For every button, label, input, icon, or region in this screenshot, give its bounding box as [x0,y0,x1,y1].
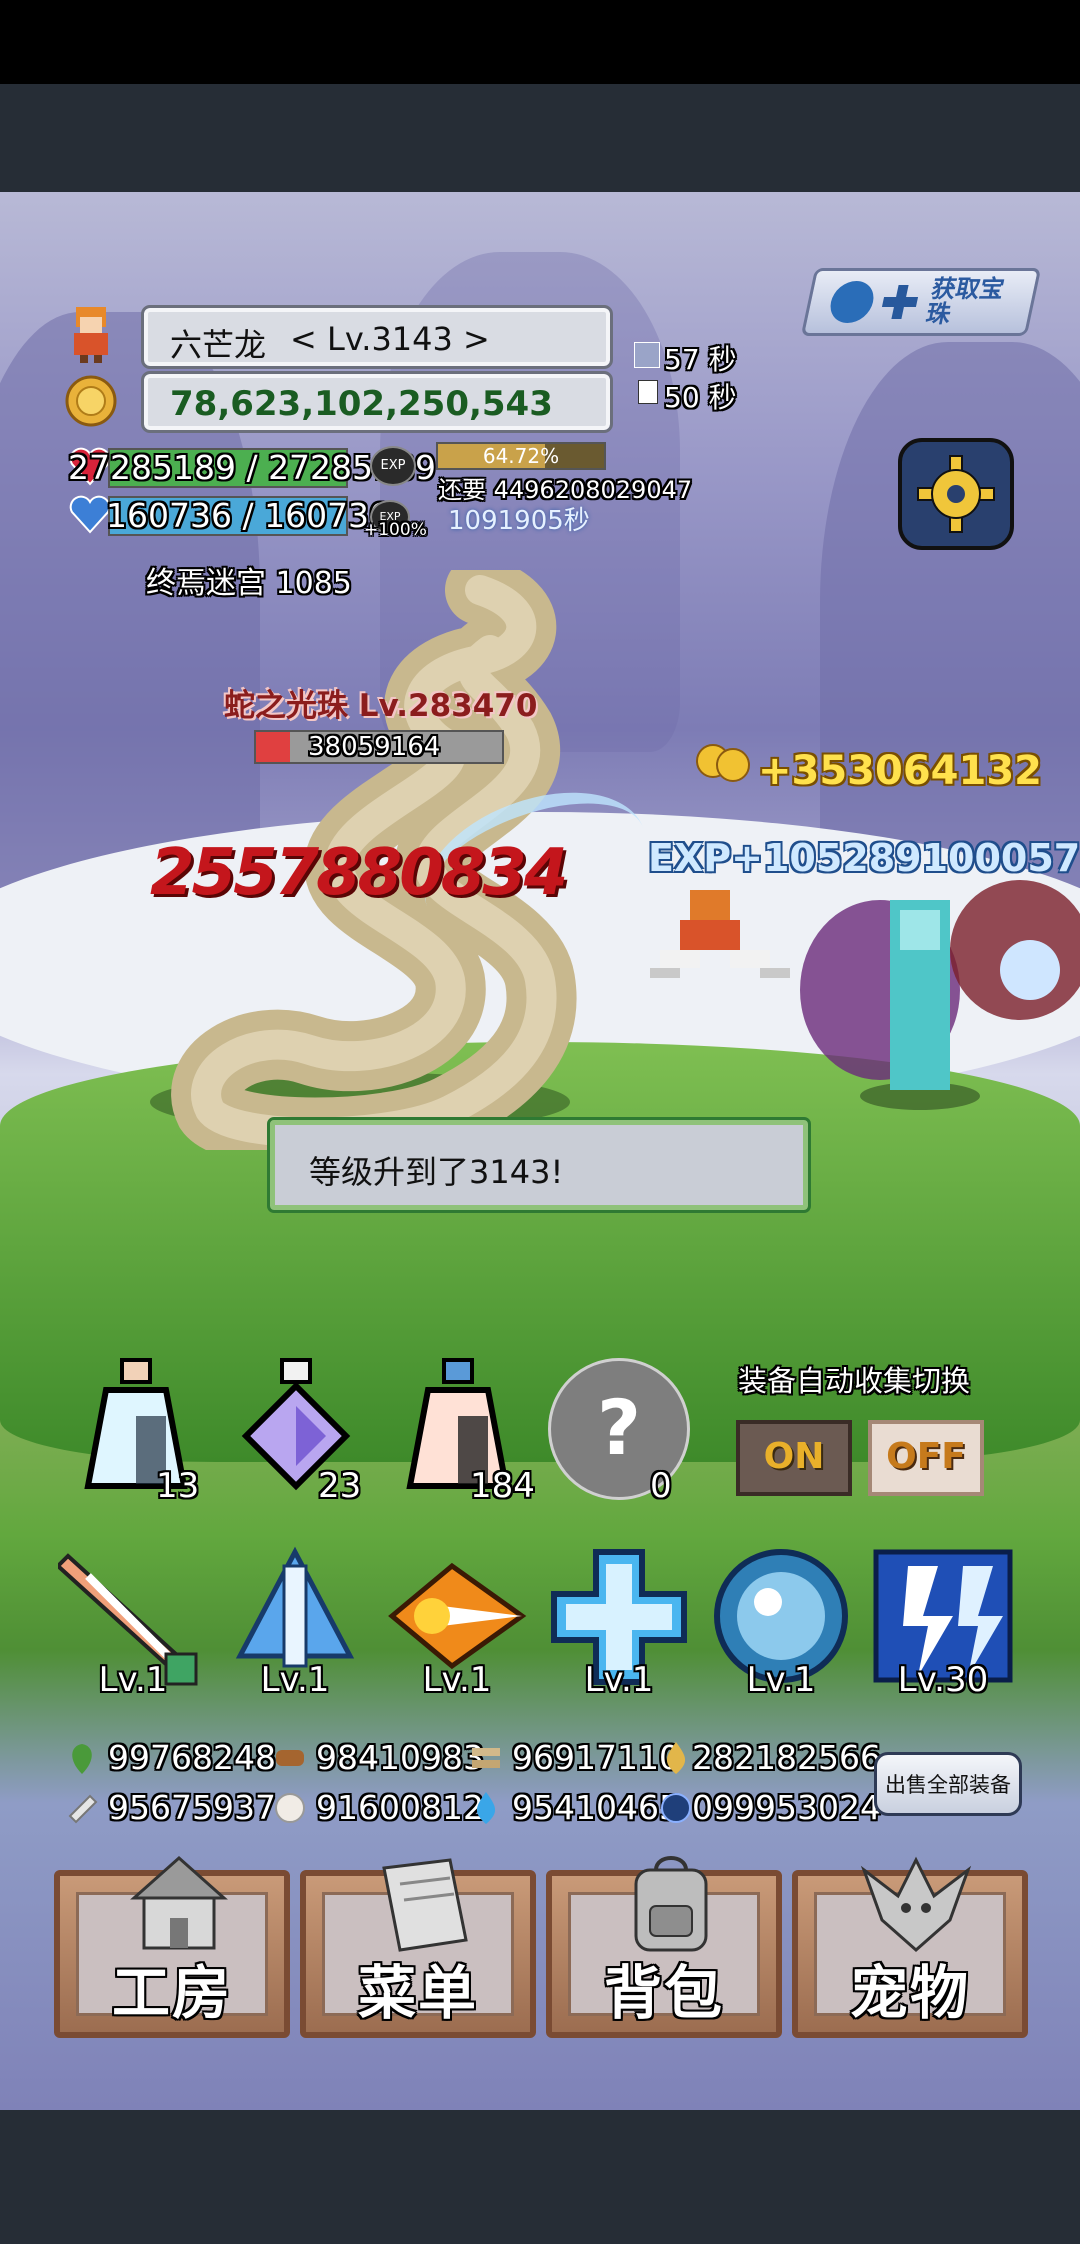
enemy-hp-text: 38059164 [308,732,441,762]
mystery-item-button[interactable]: ? 0 [546,1356,698,1516]
skill-sword-level: Lv.1 [98,1660,168,1700]
skill-water-orb-button[interactable]: Lv.1 [706,1546,856,1700]
tp-text: 160736 / 160736 [106,496,391,535]
skill-holy-cross-level: Lv.1 [584,1660,654,1700]
level-up-message: 等级升到了3143! [267,1117,811,1213]
gear-icon [917,455,995,533]
settings-button[interactable] [898,438,1014,550]
wood-icon [276,1750,304,1766]
skill-ice-blade-level: Lv.1 [260,1660,330,1700]
resource-iron: 95675937 [108,1788,276,1827]
auto-collect-on-button[interactable]: ON [736,1420,852,1496]
enemy-name: 蛇之光珠 Lv.283470 [224,688,538,724]
iron-icon [68,1794,98,1824]
menu-button[interactable]: 菜单 [300,1858,536,2038]
gold-panel: 78,623,102,250,543 [141,371,613,433]
damage-number: 2557880834 [150,836,568,910]
herb-icon [72,1744,92,1774]
skill-sword-button[interactable]: Lv.1 [58,1546,208,1700]
workshop-button[interactable]: 工房 [54,1855,290,2038]
status-bar [0,0,1080,84]
exp-icon: EXP [370,446,416,486]
auto-collect-off-button[interactable]: OFF [868,1420,984,1496]
timer-2: 50 秒 [664,381,737,414]
water-drop-icon [476,1792,496,1824]
hero-character [650,890,790,978]
skill-lightning-level: Lv.30 [897,1660,989,1700]
sell-all-label: 出售全部装备 [885,1773,1011,1797]
orb-icon [826,281,878,323]
resource-plank: 96917110 [512,1738,680,1777]
skill-fire-arrow-button[interactable]: Lv.1 [382,1546,532,1700]
player-name-panel: 六芒龙 < Lv.3143 > [141,305,613,369]
acquire-orb-button[interactable]: 获取宝珠 [800,268,1042,336]
workshop-label: 工房 [111,1959,232,2027]
resource-wood: 98410983 [316,1738,484,1777]
cotton-icon [275,1793,305,1823]
backpack-icon [634,1856,708,1952]
skill-fire-arrow-level: Lv.1 [422,1660,492,1700]
coin-stack-icon [696,738,752,782]
player-level: < Lv.3143 > [290,320,490,358]
exp-bar: 64.72% [436,442,606,470]
pets-button[interactable]: 宠物 [792,1856,1028,2038]
crystal-potion-count: 23 [318,1466,362,1506]
skill-water-orb-level: Lv.1 [746,1660,816,1700]
backpack-button[interactable]: 背包 [546,1856,782,2038]
resource-herb: 99768248 [108,1738,276,1777]
navigation-bar [0,2110,1080,2244]
resource-gem: 099953024 [692,1788,881,1827]
player-avatar-icon [74,307,108,363]
tp-potion-button[interactable]: 184 [392,1356,542,1516]
mystery-item-count: 0 [650,1466,672,1506]
dragon-icon [860,1856,972,1953]
hp-potion-button[interactable]: 13 [70,1356,206,1516]
timer-2-icon [638,380,658,404]
skill-ice-blade-button[interactable]: Lv.1 [220,1546,370,1700]
timer-1: 57 秒 [664,343,737,376]
exp-bonus: +100% [364,520,427,540]
gold-amount: 78,623,102,250,543 [170,384,553,424]
backpack-label: 背包 [603,1959,724,2027]
oil-drop-icon [666,1742,686,1774]
gold-gain-text: +353064132 [758,748,1043,794]
crystal-potion-button[interactable]: 23 [230,1356,366,1516]
enemy-hp-bar: 38059164 [254,730,504,764]
resource-cotton: 91600812 [316,1788,484,1827]
enemy-hp-fill [256,732,291,762]
timer-1-icon [634,342,660,368]
acquire-orb-label: 获取宝珠 [923,275,1007,328]
pet-companion [800,880,1080,1090]
auto-collect-label: 装备自动收集切换 [738,1364,971,1398]
menu-label: 菜单 [357,1959,478,2027]
house-icon [130,1855,228,1950]
exp-percent: 64.72% [482,444,560,468]
skill-lightning-button[interactable]: Lv.30 [868,1546,1018,1700]
tp-potion-count: 184 [470,1466,535,1506]
sell-all-button[interactable]: 出售全部装备 [874,1752,1022,1816]
plus-icon [879,285,920,319]
gem-icon [661,1793,691,1823]
resource-oil: 282182566 [692,1738,881,1777]
skill-holy-cross-button[interactable]: Lv.1 [544,1546,694,1700]
gold-coin-icon [65,375,117,427]
top-band [0,84,1080,192]
resource-water: 95410465 [512,1788,680,1827]
level-up-text: 等级升到了3143! [309,1153,564,1191]
player-name: 六芒龙 [170,326,267,364]
exp-time: 1091905秒 [448,506,590,536]
game-screen: 六芒龙 < Lv.3143 > 78,623,102,250,543 57 秒 … [0,0,1080,2244]
hp-potion-count: 13 [156,1466,200,1506]
pets-label: 宠物 [849,1959,970,2027]
plank-icon [472,1748,500,1768]
